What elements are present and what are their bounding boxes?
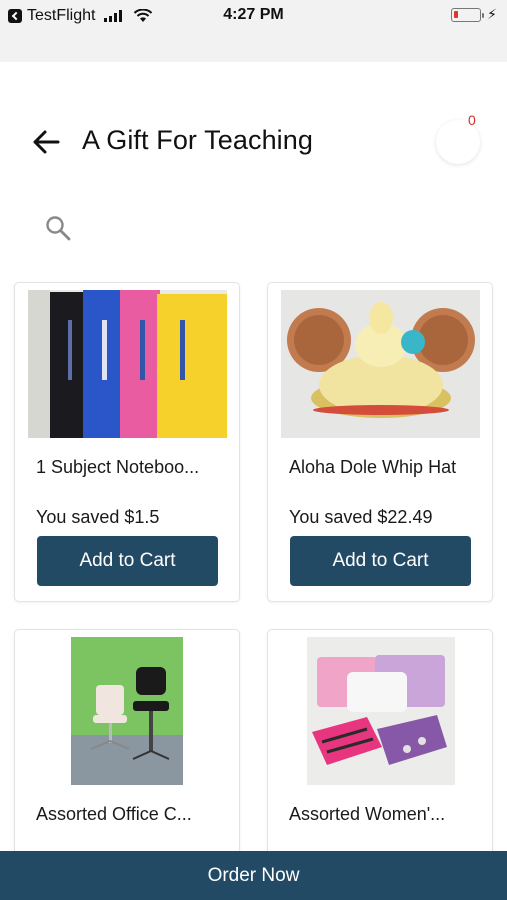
status-bar: TestFlight 4:27 PM ⚡ xyxy=(0,0,507,62)
page-title: A Gift For Teaching xyxy=(82,125,314,155)
order-now-button[interactable]: Order Now xyxy=(0,851,507,900)
charging-icon: ⚡ xyxy=(487,6,497,22)
product-name[interactable]: Assorted Women'... xyxy=(289,804,445,825)
product-card[interactable]: Assorted Women'... xyxy=(267,629,493,869)
product-name[interactable]: Assorted Office C... xyxy=(36,804,192,825)
product-image-hat[interactable] xyxy=(281,290,480,438)
battery-icon xyxy=(451,8,484,22)
product-card[interactable]: Assorted Office C... xyxy=(14,629,240,869)
product-card[interactable]: 1 Subject Noteboo... You saved $1.5 Add … xyxy=(14,282,240,602)
back-arrow-icon[interactable] xyxy=(30,126,62,158)
product-image-notebooks[interactable] xyxy=(28,290,227,438)
product-image-socks[interactable] xyxy=(307,637,455,785)
product-savings: You saved $22.49 xyxy=(289,507,433,527)
search-icon[interactable] xyxy=(44,214,72,242)
product-image-office-chairs[interactable] xyxy=(71,637,183,785)
cart-count-badge: 0 xyxy=(468,112,476,128)
product-name[interactable]: Aloha Dole Whip Hat xyxy=(289,457,456,478)
product-savings: You saved $1.5 xyxy=(36,507,160,527)
add-to-cart-button[interactable]: Add to Cart xyxy=(37,536,218,586)
product-name[interactable]: 1 Subject Noteboo... xyxy=(36,457,199,478)
product-card[interactable]: Aloha Dole Whip Hat You saved $22.49 Add… xyxy=(267,282,493,602)
add-to-cart-button[interactable]: Add to Cart xyxy=(290,536,471,586)
status-time: 4:27 PM xyxy=(223,6,284,23)
